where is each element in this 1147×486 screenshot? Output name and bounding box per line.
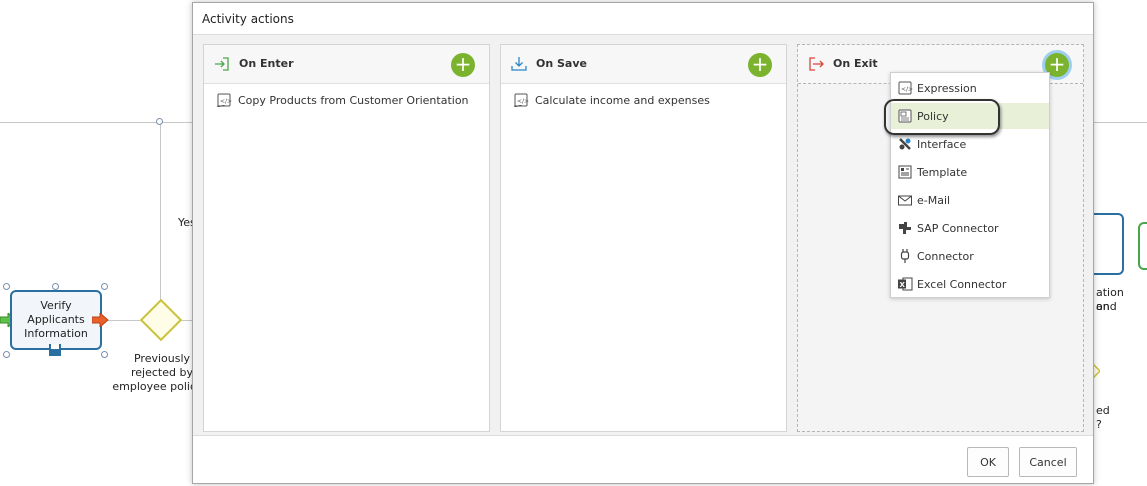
action-label: Calculate income and expenses — [535, 93, 710, 107]
menu-item-sap-connector[interactable]: SAP Connector — [891, 215, 1049, 241]
panel-title: On Exit — [833, 57, 878, 70]
menu-item-expression[interactable]: </> Expression — [891, 75, 1049, 101]
task-right-green[interactable] — [1138, 222, 1147, 270]
add-action-button[interactable]: + — [748, 53, 772, 77]
outgoing-arrow-icon — [92, 313, 109, 327]
menu-item-label: SAP Connector — [917, 221, 999, 235]
panel-header: On Enter + — [204, 45, 489, 84]
template-icon — [898, 165, 912, 179]
swimlane-divider — [0, 122, 192, 123]
dialog-title: Activity actions — [202, 12, 294, 26]
action-label: Copy Products from Customer Orientation — [238, 93, 469, 107]
menu-item-label: Excel Connector — [917, 277, 1007, 291]
process-canvas: Verify Applicants Information Yes Previo… — [0, 0, 1147, 486]
expression-icon: </> — [898, 81, 913, 95]
email-icon — [898, 195, 912, 206]
selection-handle[interactable] — [3, 283, 10, 290]
selection-handle[interactable] — [101, 351, 108, 358]
menu-item-label: Expression — [917, 81, 977, 95]
add-action-button[interactable]: + — [451, 53, 475, 77]
panel-title: On Enter — [239, 57, 294, 70]
sequence-flow-vertical — [160, 122, 161, 307]
svg-text:</>: </> — [220, 98, 232, 105]
action-item[interactable]: </> Calculate income and expenses — [513, 92, 710, 108]
right-gateway-label: ed — [1096, 404, 1110, 417]
menu-item-interface[interactable]: Interface — [891, 131, 1049, 157]
ok-button[interactable]: OK — [967, 447, 1009, 477]
panel-header: On Save + — [501, 45, 786, 84]
task-label: Verify Applicants Information — [24, 299, 88, 340]
exit-icon — [809, 57, 824, 71]
menu-item-template[interactable]: Template — [891, 159, 1049, 185]
selection-handle[interactable] — [52, 283, 59, 290]
sap-connector-icon — [899, 222, 911, 234]
menu-item-label: e-Mail — [917, 193, 951, 207]
save-action-icon — [49, 344, 61, 356]
svg-text:</>: </> — [517, 98, 529, 105]
menu-item-label: Interface — [917, 137, 967, 151]
connector-icon — [900, 249, 910, 263]
menu-item-policy[interactable]: Policy — [891, 103, 1049, 129]
task-verify-applicants[interactable]: Verify Applicants Information — [10, 290, 102, 350]
enter-icon — [215, 57, 229, 71]
right-task-label-2: on — [1096, 300, 1110, 313]
menu-item-label: Connector — [917, 249, 974, 263]
menu-item-excel-connector[interactable]: X Excel Connector — [891, 271, 1049, 297]
menu-item-label: Template — [917, 165, 968, 179]
panel-title: On Save — [536, 57, 587, 70]
svg-text:X: X — [900, 281, 906, 289]
policy-icon — [898, 109, 912, 123]
menu-item-connector[interactable]: Connector — [891, 243, 1049, 269]
flow-handle[interactable] — [156, 118, 163, 125]
right-gateway-label-2: ? — [1096, 418, 1102, 431]
swimlane-divider-right — [1094, 122, 1147, 123]
menu-item-email[interactable]: e-Mail — [891, 187, 1049, 213]
menu-item-label: Policy — [917, 109, 949, 123]
exclusive-gateway[interactable] — [139, 298, 183, 342]
excel-connector-icon: X — [898, 277, 913, 291]
selection-handle[interactable] — [101, 283, 108, 290]
cancel-button[interactable]: Cancel — [1019, 447, 1077, 477]
expression-icon: </> — [513, 93, 529, 108]
expression-icon: </> — [216, 93, 232, 108]
add-action-menu: </> Expression Policy Interface Template… — [890, 72, 1050, 298]
save-icon — [511, 57, 527, 71]
selection-handle[interactable] — [3, 351, 10, 358]
svg-text:</>: </> — [901, 86, 913, 93]
panel-on-save: On Save + </> Calculate income and expen… — [500, 44, 787, 432]
sequence-flow — [104, 320, 144, 321]
panel-on-enter: On Enter + </> Copy Products from Custom… — [203, 44, 490, 432]
interface-icon — [899, 138, 911, 150]
action-item[interactable]: </> Copy Products from Customer Orientat… — [216, 92, 469, 108]
